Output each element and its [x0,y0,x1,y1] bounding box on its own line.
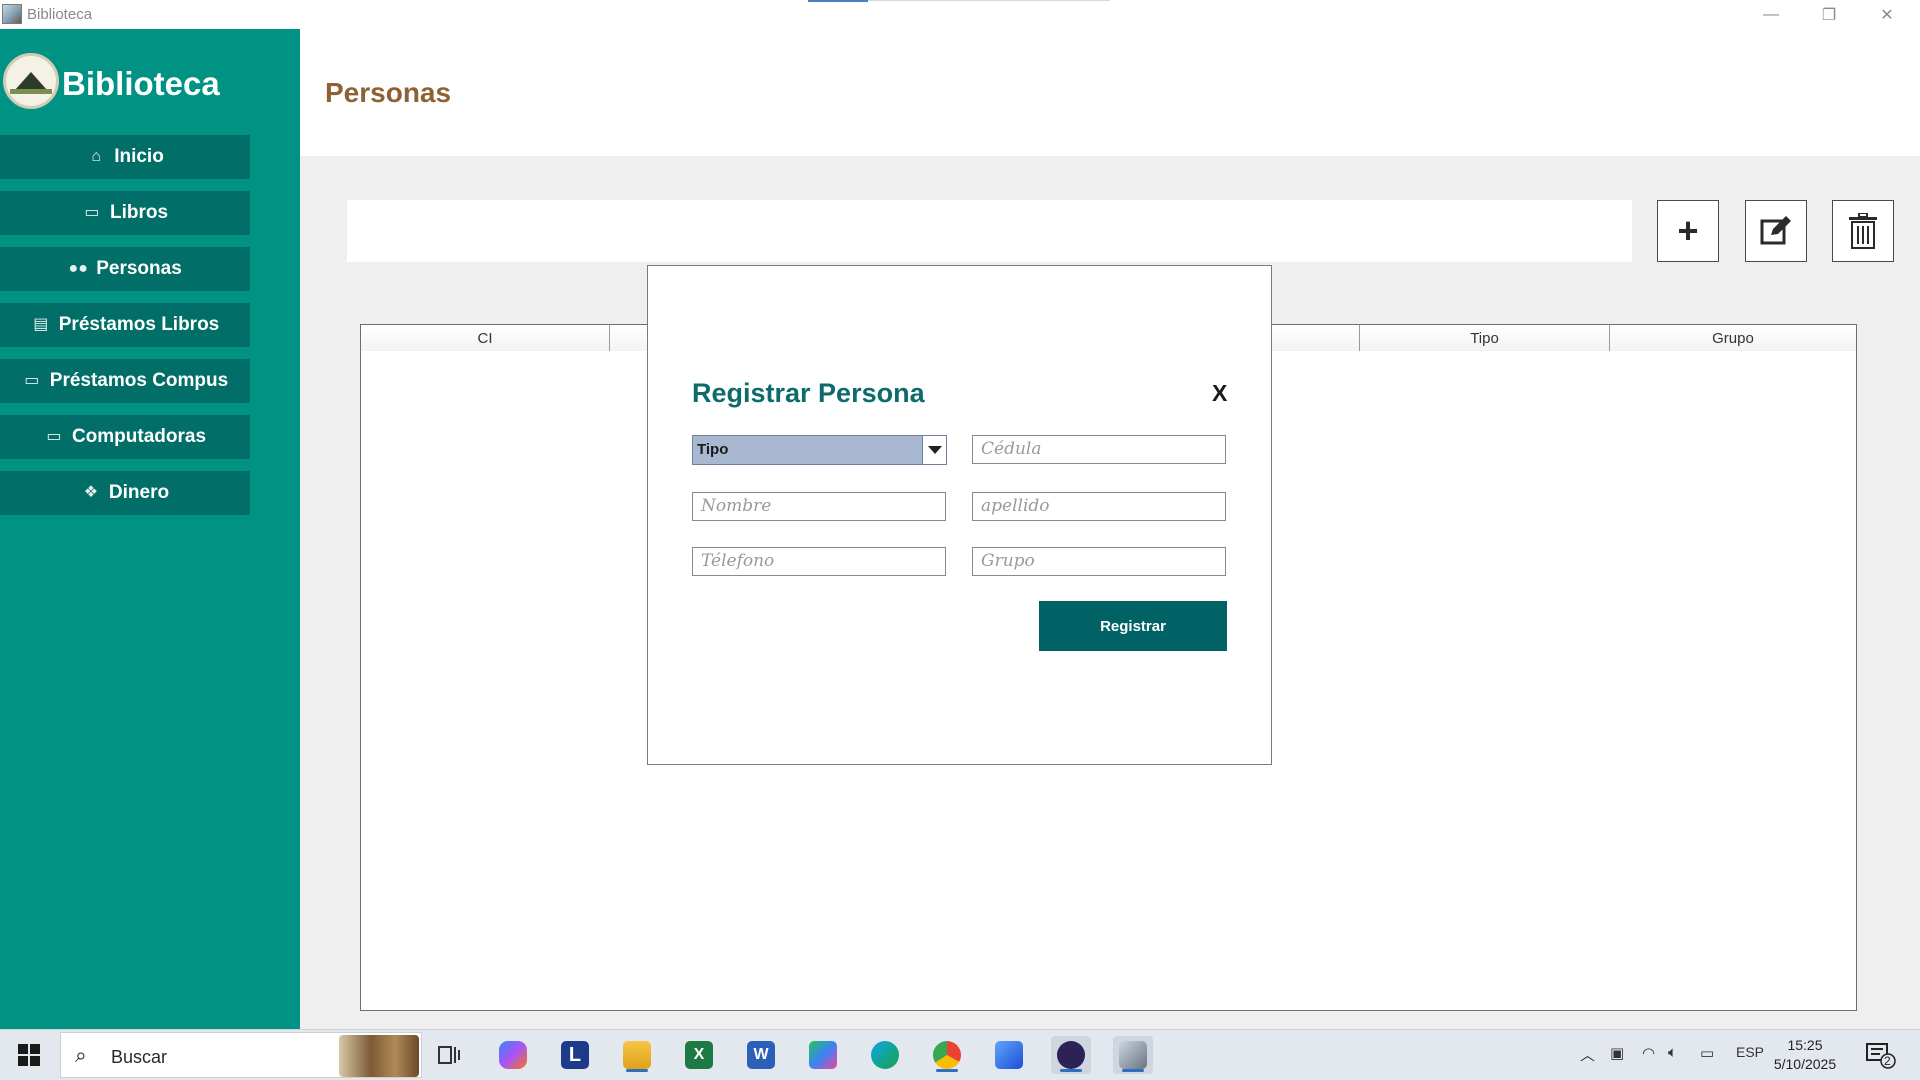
page-title: Personas [325,77,452,108]
title-bar: Biblioteca — ❐ ✕ [0,0,1920,29]
window-title: Biblioteca [27,6,93,23]
delete-button[interactable] [1832,200,1894,262]
page-header: Personas [300,29,1920,156]
clock-date: 5/10/2025 [1773,1056,1837,1072]
sidebar-item-label: Computadoras [71,426,207,447]
sidebar-item-label: Préstamos Libros [58,314,220,335]
edit-icon [1760,216,1791,245]
telefono-field[interactable]: Télefono [692,547,946,576]
brand: Biblioteca [0,39,300,109]
sidebar-item-label: Personas [96,258,182,279]
taskbar-search-label: Buscar [111,1047,168,1067]
windows-start-icon[interactable] [18,1044,40,1066]
clock[interactable]: 15:25 5/10/2025 [1760,1036,1850,1074]
sidebar-item-label: Libros [109,202,169,223]
wifi-icon[interactable]: ◠ [1642,1044,1655,1062]
microsoft365-icon[interactable] [803,1036,843,1074]
clipboard-icon: ▤ [33,316,49,333]
clock-time: 15:25 [1787,1037,1823,1053]
sidebar-item-dinero[interactable]: ❖ Dinero [0,471,250,515]
money-icon: ❖ [83,484,99,501]
minimize-button[interactable]: — [1742,0,1800,29]
photos-icon[interactable] [989,1036,1029,1074]
sidebar-item-label: Inicio [114,146,164,167]
notifications-icon[interactable]: 2 [1866,1042,1896,1070]
edit-button[interactable] [1745,200,1807,262]
grupo-field[interactable]: Grupo [972,547,1226,576]
chevron-up-icon[interactable]: ︿ [1580,1044,1595,1065]
word-icon[interactable]: W [741,1036,781,1074]
people-icon: ●● [68,260,88,277]
sidebar-item-computadoras[interactable]: ▭ Computadoras [0,415,250,459]
search-icon: ⌕ [75,1044,87,1067]
register-button[interactable]: Registrar [1039,601,1227,651]
column-header-grupo[interactable]: Grupo [1610,325,1856,351]
sidebar-item-inicio[interactable]: ⌂ Inicio [0,135,250,179]
sidebar: Biblioteca ⌂ Inicio ▭ Libros ●● Personas… [0,29,300,1029]
dialog-close-button[interactable]: X [1212,380,1227,407]
cedula-field[interactable]: Cédula [972,435,1226,464]
app-icon [2,4,22,24]
apellido-field[interactable]: apellido [972,492,1226,521]
chrome-icon[interactable] [927,1036,967,1074]
java-app-icon[interactable] [1113,1036,1153,1074]
title-divider-line [868,0,1110,1]
sidebar-item-prestamos-compus[interactable]: ▭ Préstamos Compus [0,359,250,403]
notification-count: 2 [1884,1054,1891,1068]
edge-icon[interactable] [865,1036,905,1074]
tipo-select-value: Tipo [697,441,729,458]
sidebar-item-libros[interactable]: ▭ Libros [0,191,250,235]
column-header-tipo[interactable]: Tipo [1360,325,1610,351]
task-view-icon[interactable] [430,1036,470,1074]
sidebar-item-label: Préstamos Compus [49,370,229,391]
nombre-field[interactable]: Nombre [692,492,946,521]
volume-icon[interactable]: 🔈︎ [1668,1044,1677,1061]
trash-icon [1849,213,1877,249]
library-logo-icon [3,53,59,109]
title-accent-line [808,0,868,2]
brand-name: Biblioteca [62,65,220,102]
chevron-down-icon[interactable] [922,436,946,464]
sidebar-item-label: Dinero [108,482,170,503]
copilot-icon[interactable] [493,1036,533,1074]
add-button[interactable]: + [1657,200,1719,262]
eclipse-icon[interactable] [1051,1036,1091,1074]
tipo-select[interactable]: Tipo [692,435,947,465]
book-icon: ▭ [84,204,100,221]
plus-icon: + [1677,210,1699,251]
sidebar-item-prestamos-libros[interactable]: ▤ Préstamos Libros [0,303,250,347]
battery-icon[interactable]: ▭ [1700,1044,1714,1062]
home-icon: ⌂ [91,148,102,165]
monitor-icon: ▭ [24,372,40,389]
taskbar: ⌕ Buscar L X W ︿ ▣ ◠ 🔈︎ ▭ ESP 15:25 5/10… [0,1029,1920,1080]
security-icon[interactable]: ▣ [1610,1044,1624,1062]
dialog-title: Registrar Persona [692,378,925,408]
excel-icon[interactable]: X [679,1036,719,1074]
monitor-icon: ▭ [46,428,62,445]
file-explorer-icon[interactable] [617,1036,657,1074]
register-person-dialog: Registrar Persona X Tipo Cédula Nombre a… [647,265,1272,765]
taskbar-search[interactable]: ⌕ Buscar [60,1032,422,1078]
maximize-button[interactable]: ❐ [1800,0,1858,29]
sidebar-item-personas[interactable]: ●● Personas [0,247,250,291]
column-header-ci[interactable]: CI [361,325,610,351]
close-window-button[interactable]: ✕ [1858,0,1916,29]
search-highlight-owl-icon [339,1035,419,1077]
search-input[interactable] [347,200,1632,262]
lexi-app-icon[interactable]: L [555,1036,595,1074]
